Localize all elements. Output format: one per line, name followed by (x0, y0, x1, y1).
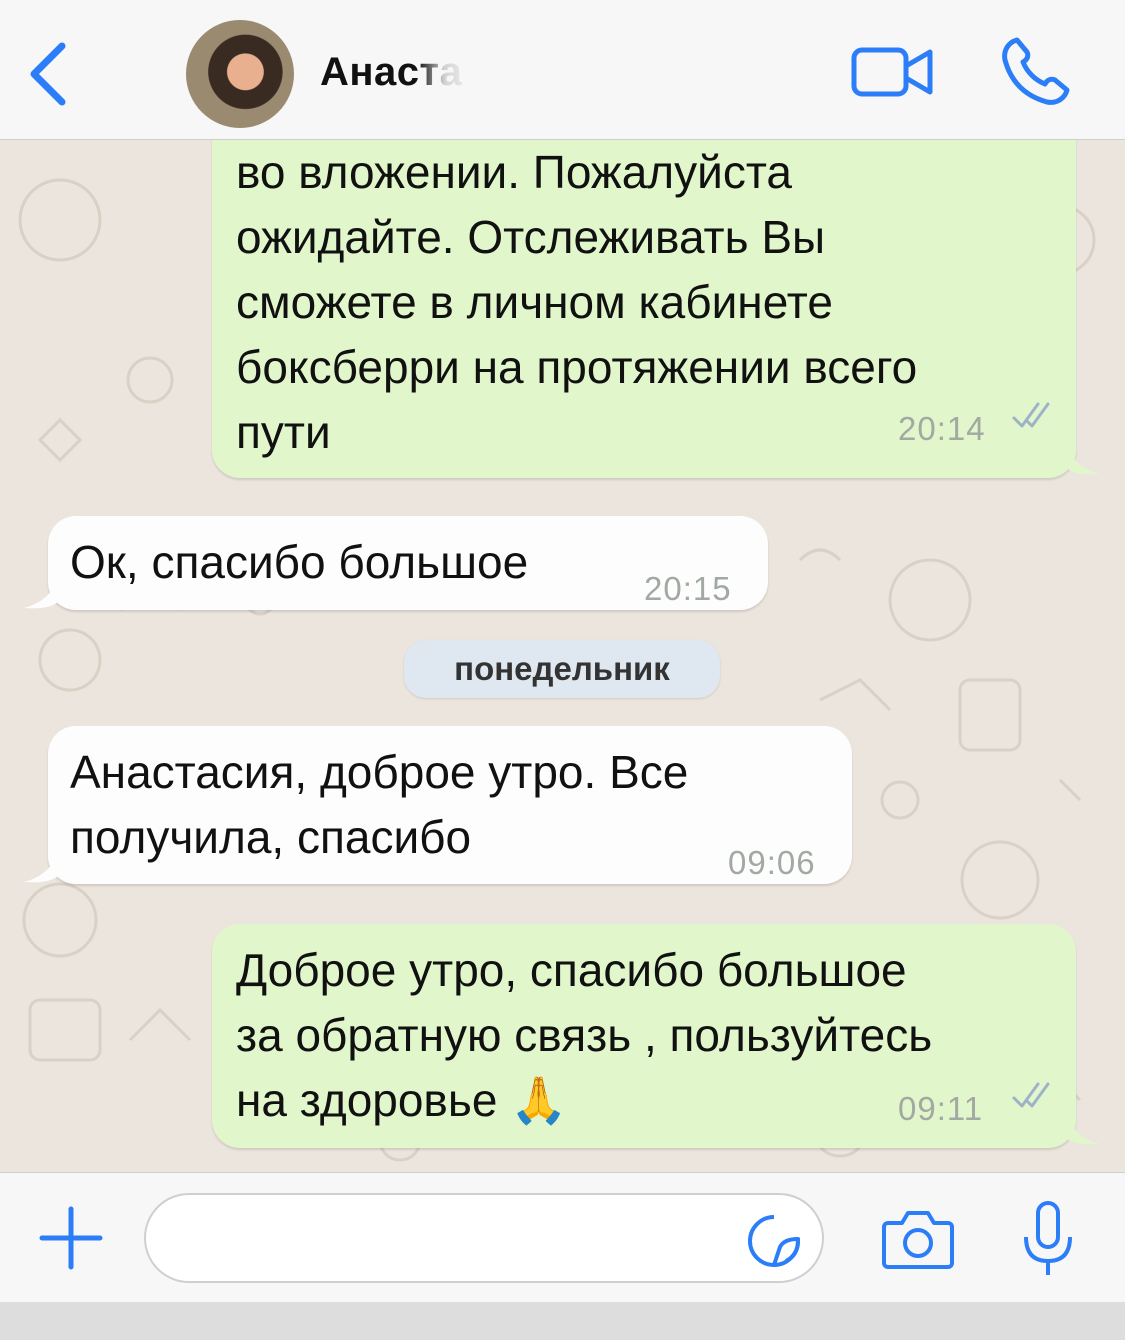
camera-button[interactable] (880, 1205, 956, 1271)
name-blur (418, 48, 508, 98)
voice-call-button[interactable] (995, 30, 1075, 110)
voice-message-button[interactable] (1018, 1199, 1078, 1279)
video-camera-icon (851, 47, 933, 97)
attach-button[interactable] (36, 1203, 106, 1273)
microphone-icon (1024, 1201, 1072, 1275)
chevron-left-icon (30, 42, 66, 106)
message-bubble-outgoing[interactable]: во вложении. Пожалуйста ожидайте. Отслеж… (212, 140, 1076, 478)
double-check-icon (1012, 1082, 1050, 1108)
message-time: 09:11 (898, 1090, 984, 1127)
bubble-tail (1066, 446, 1100, 475)
bubble-tail (1066, 1116, 1100, 1145)
message-text: Анастасия, доброе утро. Все получила, сп… (70, 746, 689, 863)
back-button[interactable] (18, 34, 78, 114)
date-separator: понедельник (404, 640, 720, 698)
chat-area[interactable]: во вложении. Пожалуйста ожидайте. Отслеж… (0, 140, 1125, 1172)
message-time: 09:06 (728, 844, 816, 881)
camera-icon (882, 1211, 954, 1269)
sticker-button[interactable] (744, 1211, 804, 1271)
bubble-tail (24, 580, 58, 609)
chat-header: Анаста (0, 0, 1125, 140)
message-time: 20:14 (898, 410, 986, 447)
double-check-icon (1012, 402, 1050, 428)
plus-icon (39, 1206, 103, 1270)
chat-screen: Анаста во вложении. Пожалуйста ожидайте.… (0, 0, 1125, 1340)
sticker-icon (748, 1215, 800, 1267)
message-input[interactable] (144, 1193, 824, 1283)
video-call-button[interactable] (848, 40, 938, 104)
message-bubble-outgoing[interactable]: Доброе утро, спасибо большое за обратную… (212, 924, 1076, 1148)
home-indicator-area (0, 1302, 1125, 1340)
bubble-tail (24, 854, 58, 883)
message-bubble-incoming[interactable]: Ок, спасибо большое 20:15 (48, 516, 768, 610)
avatar[interactable] (186, 20, 294, 128)
message-bubble-incoming[interactable]: Анастасия, доброе утро. Все получила, сп… (48, 726, 852, 884)
phone-icon (1002, 37, 1070, 105)
message-time: 20:15 (644, 570, 732, 607)
input-bar (0, 1172, 1125, 1302)
